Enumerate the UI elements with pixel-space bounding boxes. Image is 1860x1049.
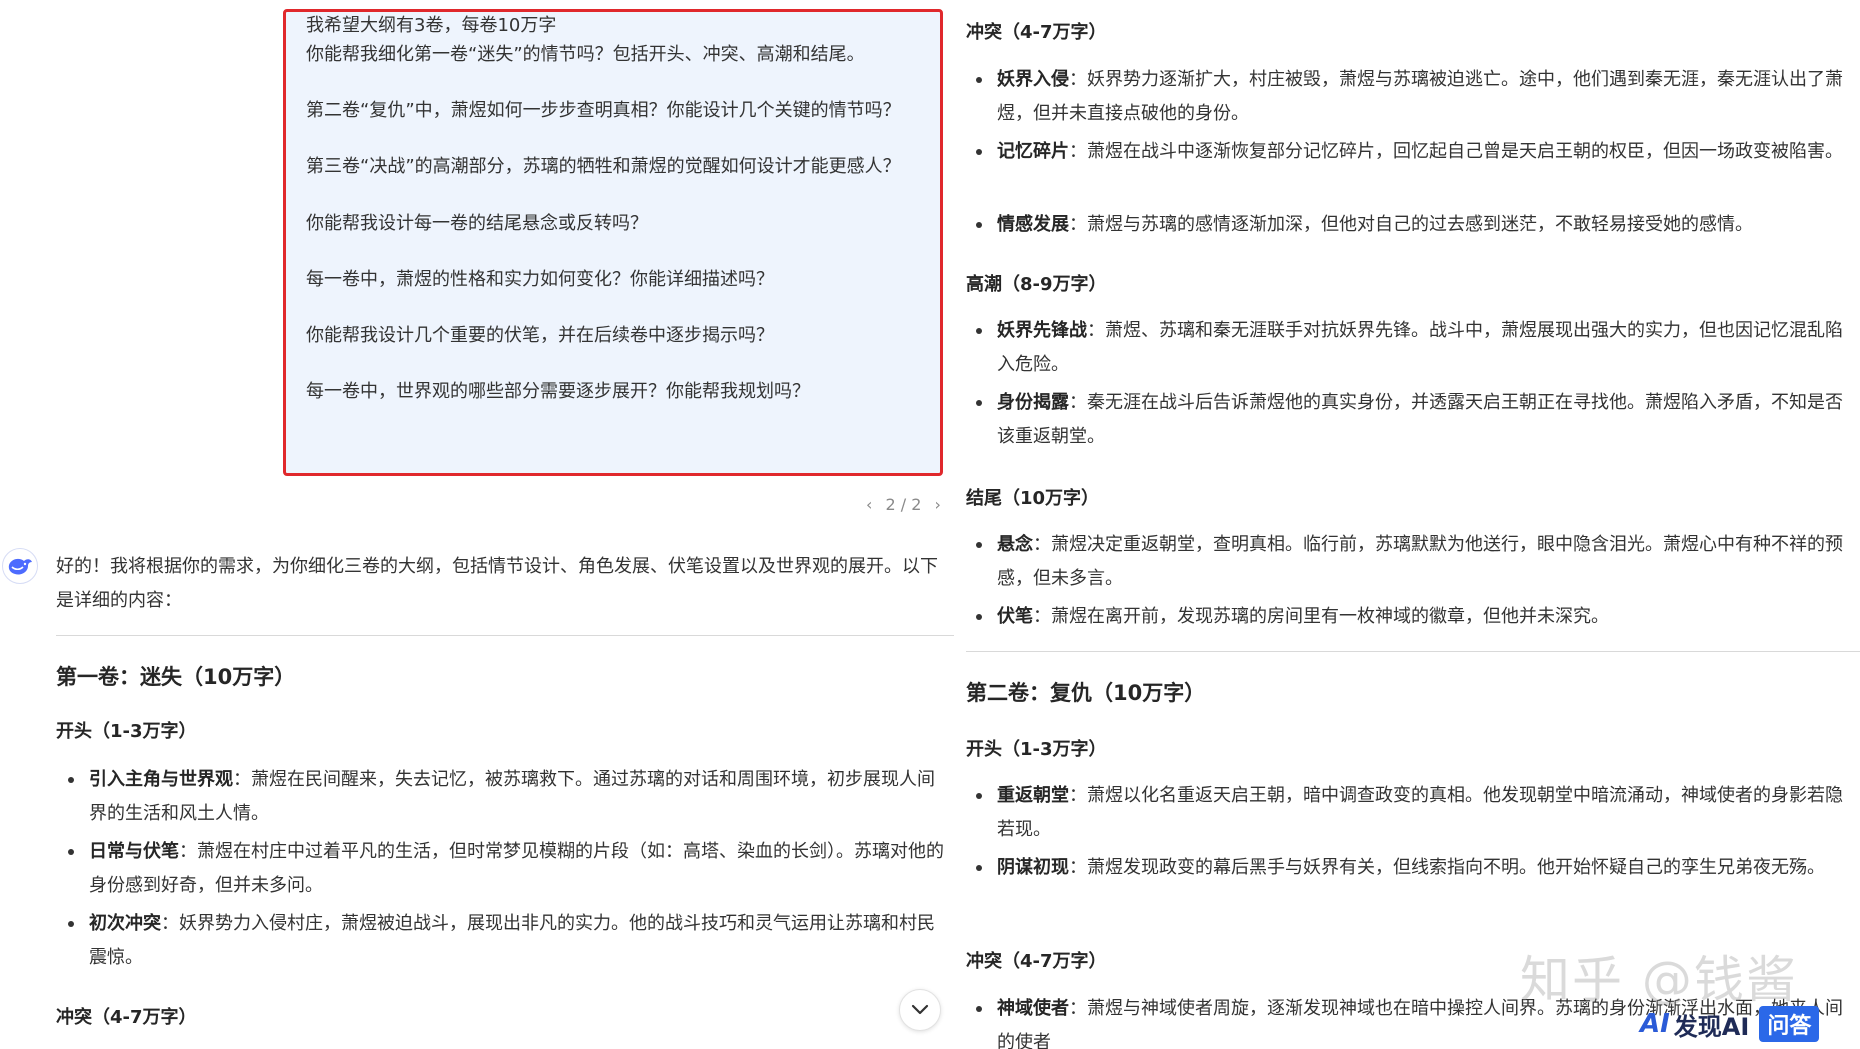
zhihu-watermark: 知乎 @钱酱 — [1520, 951, 1798, 1009]
prev-version-icon[interactable]: ‹ — [866, 495, 872, 514]
vol2-opening-heading: 开头（1-3万字） — [966, 739, 1107, 760]
user-message-line: 你能帮我细化第一卷“迷失”的情节吗？包括开头、冲突、高潮和结尾。 — [306, 44, 865, 65]
list-item: 阴谋初现：萧煜发现政变的幕后黑手与妖界有关，但线索指向不明。他开始怀疑自己的孪生… — [976, 851, 1857, 885]
section-divider — [966, 651, 1860, 652]
message-pager: ‹ 2 / 2 › — [862, 495, 945, 514]
vol2-conflict-heading: 冲突（4-7万字） — [966, 951, 1107, 972]
list-item: 重返朝堂：萧煜以化名重返天启王朝，暗中调查政变的真相。他发现朝堂中暗流涌动，神域… — [976, 779, 1857, 847]
list-item: 伏笔：萧煜在离开前，发现苏璃的房间里有一枚神域的徽章，但他并未深究。 — [976, 600, 1857, 634]
list-item: 日常与伏笔：萧煜在村庄中过着平凡的生活，但时常梦见模糊的片段（如：高塔、染血的长… — [68, 835, 951, 903]
list-item: 记忆碎片：萧煜在战斗中逐渐恢复部分记忆碎片，回忆起自己曾是天启王朝的权臣，但因一… — [976, 135, 1857, 169]
user-message-bubble: 我希望大纲有3卷，每卷10万字 你能帮我细化第一卷“迷失”的情节吗？包括开头、冲… — [283, 9, 943, 476]
user-message-line: 第二卷“复仇”中，萧煜如何一步步查明真相？你能设计几个关键的情节吗？ — [306, 100, 901, 121]
user-message-line: 我希望大纲有3卷，每卷10万字 — [306, 15, 557, 36]
list-item: 悬念：萧煜决定重返朝堂，查明真相。临行前，苏璃默默为他送行，眼中隐含泪光。萧煜心… — [976, 528, 1857, 596]
list-item: 妖界先锋战：萧煜、苏璃和秦无涯联手对抗妖界先锋。战斗中，萧煜展现出强大的实力，但… — [976, 314, 1857, 382]
badge-ask: 问答 — [1759, 1006, 1820, 1042]
vol1-ending-heading: 结尾（10万字） — [966, 488, 1100, 509]
list-item: 初次冲突：妖界势力入侵村庄，萧煜被迫战斗，展现出非凡的实力。他的战斗技巧和灵气运… — [68, 907, 951, 975]
vol1-opening-heading: 开头（1-3万字） — [56, 721, 197, 742]
user-message-line: 你能帮我设计几个重要的伏笔，并在后续卷中逐步揭示吗？ — [306, 325, 774, 346]
chevron-down-icon — [911, 1004, 929, 1015]
faxian-ai-badge: AI 发现AI 问答 — [1640, 1003, 1855, 1045]
ai-logo-icon: AI — [1640, 1009, 1670, 1039]
next-version-icon[interactable]: › — [935, 495, 941, 514]
list-item: 身份揭露：秦无涯在战斗后告诉萧煜他的真实身份，并透露天启王朝正在寻找他。萧煜陷入… — [976, 386, 1857, 454]
reply-intro: 好的！我将根据你的需求，为你细化三卷的大纲，包括情节设计、角色发展、伏笔设置以及… — [56, 556, 938, 611]
pager-text: 2 / 2 — [885, 495, 922, 514]
volume2-title: 第二卷：复仇（10万字） — [966, 681, 1206, 705]
user-message-line: 第三卷“决战”的高潮部分，苏璃的牺牲和萧煜的觉醒如何设计才能更感人？ — [306, 156, 901, 177]
list-item: 情感发展：萧煜与苏璃的感情逐渐加深，但他对自己的过去感到迷茫，不敢轻易接受她的感… — [976, 208, 1857, 242]
section-divider — [56, 635, 954, 636]
assistant-avatar — [2, 548, 38, 584]
list-item: 引入主角与世界观：萧煜在民间醒来，失去记忆，被苏璃救下。通过苏璃的对话和周围环境… — [68, 763, 951, 831]
user-message-line: 你能帮我设计每一卷的结尾悬念或反转吗？ — [306, 213, 648, 234]
user-message-line: 每一卷中，世界观的哪些部分需要逐步展开？你能帮我规划吗？ — [306, 381, 810, 402]
vol1-climax-heading: 高潮（8-9万字） — [966, 274, 1107, 295]
badge-name: 发现AI — [1673, 1012, 1750, 1041]
list-item: 妖界入侵：妖界势力逐渐扩大，村庄被毁，萧煜与苏璃被迫逃亡。途中，他们遇到秦无涯，… — [976, 63, 1857, 131]
vol1-conflict-heading-left: 冲突（4-7万字） — [56, 1007, 197, 1028]
right-panel: 冲突（4-7万字） 妖界入侵：妖界势力逐渐扩大，村庄被毁，萧煜与苏璃被迫逃亡。途… — [960, 0, 1860, 1049]
whale-logo-icon — [8, 558, 32, 575]
volume1-title: 第一卷：迷失（10万字） — [56, 665, 296, 689]
left-panel: 我希望大纲有3卷，每卷10万字 你能帮我细化第一卷“迷失”的情节吗？包括开头、冲… — [0, 0, 955, 1049]
vol1-conflict-heading: 冲突（4-7万字） — [966, 22, 1107, 43]
scroll-to-bottom-button[interactable] — [899, 989, 941, 1031]
user-message-line: 每一卷中，萧煜的性格和实力如何变化？你能详细描述吗？ — [306, 269, 774, 290]
